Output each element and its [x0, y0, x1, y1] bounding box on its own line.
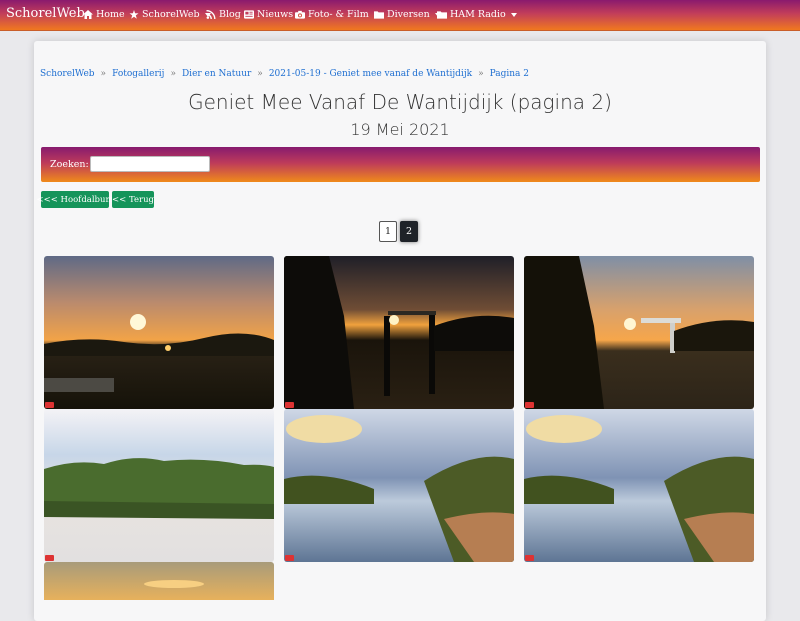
- nav-nieuws-label: Nieuws: [257, 9, 294, 20]
- watermark-icon: [285, 555, 294, 561]
- breadcrumb-item[interactable]: SchorelWeb: [40, 69, 95, 79]
- camera-icon: [295, 10, 305, 19]
- nav-diversen[interactable]: Diversen: [374, 9, 441, 20]
- newspaper-icon: [244, 10, 254, 19]
- page-title: Geniet Mee Vanaf De Wantijdijk (pagina 2…: [188, 90, 612, 114]
- folder-icon: [374, 11, 384, 19]
- watermark-icon: [45, 402, 54, 408]
- home-icon: [83, 10, 93, 19]
- gallery-thumbnail-river-reeds[interactable]: [284, 409, 514, 562]
- main-album-button[interactable]: <<< Hoofdalbum: [36, 191, 114, 208]
- nav-blog[interactable]: Blog: [206, 9, 241, 20]
- breadcrumb-separator: »: [478, 69, 484, 79]
- search-input[interactable]: [90, 156, 210, 172]
- nav-diversen-label: Diversen: [387, 9, 430, 20]
- nav-ham-radio-label: HAM Radio: [450, 9, 506, 20]
- gallery-thumbnail-bridge-silhouette[interactable]: [284, 256, 514, 409]
- breadcrumb-item[interactable]: 2021-05-19 - Geniet mee vanaf de Wantijd…: [269, 69, 472, 79]
- gallery-thumbnail-river-reeds[interactable]: [524, 409, 754, 562]
- breadcrumb-separator: »: [170, 69, 176, 79]
- back-button[interactable]: << Terug: [112, 191, 154, 208]
- nav-schorelweb[interactable]: SchorelWeb: [129, 9, 211, 20]
- breadcrumb-item[interactable]: Dier en Natuur: [182, 69, 251, 79]
- watermark-icon: [285, 402, 294, 408]
- gallery-thumbnail-sunset-river[interactable]: [44, 256, 274, 409]
- nav-nieuws[interactable]: Nieuws: [244, 9, 293, 20]
- nav-home-label: Home: [96, 9, 125, 20]
- breadcrumb-separator: »: [257, 69, 263, 79]
- folder-icon: [437, 11, 447, 19]
- gallery-thumbnail-sunset-partial[interactable]: [44, 562, 274, 600]
- breadcrumb-separator: »: [100, 69, 107, 79]
- gallery-thumbnail-bridge-sunset[interactable]: [524, 256, 754, 409]
- nav-schorelweb-label: SchorelWeb: [142, 9, 200, 20]
- breadcrumb-item-current[interactable]: Pagina 2: [490, 69, 529, 79]
- pagination-page-2-active[interactable]: 2: [400, 221, 418, 242]
- nav-foto-film-label: Foto- & Film: [308, 9, 369, 20]
- watermark-icon: [45, 555, 54, 561]
- page-subtitle: 19 Mei 2021: [350, 120, 450, 139]
- nav-home[interactable]: Home: [83, 9, 125, 20]
- watermark-icon: [525, 555, 534, 561]
- search-label: Zoeken:: [50, 159, 89, 170]
- nav-foto-film[interactable]: Foto- & Film: [295, 9, 380, 20]
- rss-icon: [206, 10, 216, 19]
- star-icon: [129, 10, 139, 19]
- chevron-down-icon: [510, 12, 517, 17]
- pagination-page-1[interactable]: 1: [379, 221, 397, 242]
- brand-link[interactable]: SchorelWeb: [6, 6, 85, 21]
- nav-ham-radio[interactable]: HAM Radio: [437, 9, 517, 20]
- nav-blog-label: Blog: [219, 9, 241, 20]
- top-navbar: SchorelWeb Home SchorelWeb Blog Nieuws F…: [0, 0, 800, 31]
- breadcrumb-item[interactable]: Fotogallerij: [112, 69, 164, 79]
- gallery-thumbnail-green-treeline[interactable]: [44, 409, 274, 562]
- breadcrumb: SchorelWeb » Fotogallerij » Dier en Natuur » 2…: [40, 69, 529, 79]
- watermark-icon: [525, 402, 534, 408]
